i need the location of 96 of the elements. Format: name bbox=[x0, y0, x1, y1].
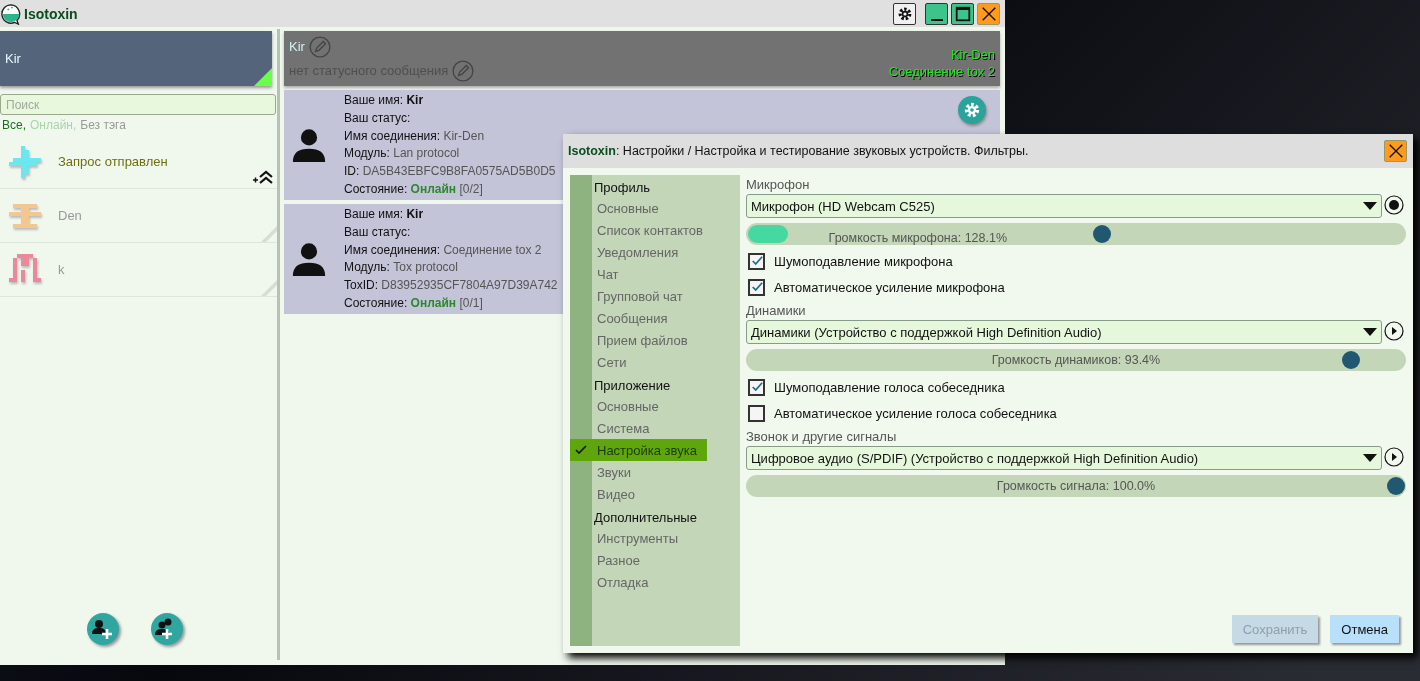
info-line: ID: DA5B43EBFC9B8FA0575AD5B0D5 bbox=[344, 163, 556, 181]
info-line: Ваш статус: bbox=[344, 109, 412, 127]
person-silhouette-icon bbox=[290, 240, 328, 278]
device-dropdown[interactable]: Цифровое аудио (S/PDIF) (Устройство с поддержкой High Definition Audio) bbox=[746, 446, 1382, 470]
profile-card[interactable]: Kir bbox=[0, 31, 272, 86]
nav-item[interactable]: Настройка звука bbox=[570, 439, 707, 461]
device-dropdown[interactable]: Микрофон (HD Webcam C525) bbox=[746, 194, 1382, 218]
checkbox-label: Автоматическое усиление микрофона bbox=[774, 279, 1005, 295]
check-icon bbox=[575, 444, 587, 456]
play-button[interactable] bbox=[1384, 321, 1406, 343]
filter-link[interactable]: Все, bbox=[2, 118, 26, 132]
checkbox-label: Автоматическое усиление голоса собеседника bbox=[774, 405, 1057, 421]
nav-item[interactable]: Уведомления bbox=[570, 241, 707, 263]
info-line: Модуль: Lan protocol bbox=[344, 145, 461, 163]
nav-item[interactable]: Отладка bbox=[570, 571, 707, 593]
maximize-button[interactable] bbox=[951, 2, 974, 25]
info-line: Имя соединения: Kir-Den bbox=[344, 127, 486, 145]
checkbox[interactable] bbox=[748, 404, 765, 422]
nav-group-heading: Профиль bbox=[593, 179, 652, 197]
volume-slider[interactable]: Громкость сигнала: 100.0% bbox=[746, 475, 1406, 497]
slider-label: Громкость сигнала: 100.0% bbox=[996, 479, 1156, 493]
info-line: Ваше имя: Kir bbox=[344, 206, 425, 223]
section-label: Звонок и другие сигналы bbox=[746, 428, 898, 446]
contact-name: Запрос отправлен bbox=[58, 154, 168, 169]
settings-icon bbox=[963, 101, 981, 119]
slider-label: Громкость микрофона: 128.1% bbox=[828, 231, 1009, 245]
info-line: Модуль: Tox protocol bbox=[344, 259, 459, 277]
info-line: Ваш статус: bbox=[344, 223, 412, 241]
caret-icon bbox=[1363, 327, 1377, 337]
caret-icon bbox=[1363, 201, 1377, 211]
minimize-icon bbox=[930, 18, 943, 21]
nav-item[interactable]: Разное bbox=[570, 549, 707, 571]
close-button[interactable] bbox=[1384, 140, 1407, 162]
checkbox[interactable] bbox=[748, 252, 765, 270]
contact-item[interactable]: Den bbox=[0, 189, 277, 243]
window-title: Isotoxin bbox=[24, 5, 78, 22]
nav-item[interactable]: Основные bbox=[570, 197, 707, 219]
info-line: Состояние: Онлайн [0/1] bbox=[344, 295, 484, 312]
nav-item[interactable]: Инструменты bbox=[570, 527, 707, 549]
volume-slider[interactable]: Громкость микрофона: 128.1% bbox=[746, 223, 1406, 245]
plus-chevrons-icon bbox=[252, 169, 274, 185]
contact-item[interactable]: k bbox=[0, 243, 277, 297]
info-line: ToxID: D83952935CF7804A97D39A742 bbox=[344, 277, 558, 295]
play-button[interactable] bbox=[1384, 447, 1406, 469]
search-field[interactable]: Поиск bbox=[0, 94, 276, 115]
nav-item[interactable]: Сети bbox=[570, 351, 707, 373]
chat-bubble-logo-icon bbox=[0, 2, 22, 25]
record-button[interactable] bbox=[1384, 195, 1406, 217]
section-label: Динамики bbox=[746, 302, 807, 320]
add-contact-button[interactable] bbox=[86, 613, 119, 645]
settings-button[interactable] bbox=[893, 2, 916, 25]
dialog-title: Isotoxin: Настройки / Настройка и тестирование звуковых устройств. Фильтры. bbox=[568, 144, 1029, 158]
info-line: Ваше имя: Kir bbox=[344, 92, 425, 109]
person-silhouette-icon bbox=[290, 126, 328, 164]
nav-group-heading: Приложение bbox=[593, 377, 672, 395]
record-icon bbox=[1384, 195, 1404, 215]
contact-name: k bbox=[58, 262, 65, 277]
info-line: Состояние: Онлайн [0/2] bbox=[344, 181, 484, 198]
nav-item[interactable]: Прием файлов bbox=[570, 329, 707, 351]
play-icon bbox=[1384, 321, 1404, 341]
minimize-button[interactable] bbox=[925, 2, 948, 25]
connection-name: Kir-Den bbox=[950, 46, 995, 62]
settings-icon bbox=[896, 5, 913, 22]
slider-label: Громкость динамиков: 93.4% bbox=[991, 353, 1161, 367]
slider-thumb[interactable] bbox=[1342, 351, 1361, 369]
profile-name: Kir bbox=[289, 39, 305, 54]
section-label: Микрофон bbox=[746, 176, 811, 194]
info-line: Имя соединения: Соединение tox 2 bbox=[344, 241, 543, 259]
close-button[interactable] bbox=[977, 2, 1000, 25]
checkbox-label: Шумоподавление голоса собеседника bbox=[774, 379, 1005, 395]
profile-name: Kir bbox=[5, 51, 21, 66]
filter-link[interactable]: Без тэга bbox=[80, 118, 126, 132]
caret-icon bbox=[1363, 453, 1377, 463]
checkbox-label: Шумоподавление микрофона bbox=[774, 253, 953, 269]
nav-item[interactable]: Список контактов bbox=[570, 219, 707, 241]
nav-item[interactable]: Чат bbox=[570, 263, 707, 285]
nav-item[interactable]: Основные bbox=[570, 395, 707, 417]
volume-slider[interactable]: Громкость динамиков: 93.4% bbox=[746, 349, 1406, 371]
checkbox[interactable] bbox=[748, 378, 765, 396]
nav-item[interactable]: Видео bbox=[570, 483, 707, 505]
nav-item[interactable]: Система bbox=[570, 417, 707, 439]
cancel-button[interactable]: Отмена bbox=[1330, 615, 1399, 643]
nav-group-heading: Дополнительные bbox=[593, 509, 698, 527]
nav-item[interactable]: Звуки bbox=[570, 461, 707, 483]
slider-thumb[interactable] bbox=[1092, 225, 1111, 243]
play-icon bbox=[1384, 447, 1404, 467]
nav-item[interactable]: Сообщения bbox=[570, 307, 707, 329]
nav-item[interactable]: Групповой чат bbox=[570, 285, 707, 307]
contact-name: Den bbox=[58, 208, 82, 223]
device-dropdown[interactable]: Динамики (Устройство с поддержкой High Definition Audio) bbox=[746, 320, 1382, 344]
maximize-icon bbox=[953, 4, 972, 23]
checkbox[interactable] bbox=[748, 278, 765, 296]
add-group-button[interactable] bbox=[150, 613, 183, 645]
slider-thumb[interactable] bbox=[1387, 477, 1405, 495]
contact-item[interactable]: Запрос отправлен bbox=[0, 135, 277, 189]
connection-name: Соединение tox 2 bbox=[888, 63, 995, 79]
